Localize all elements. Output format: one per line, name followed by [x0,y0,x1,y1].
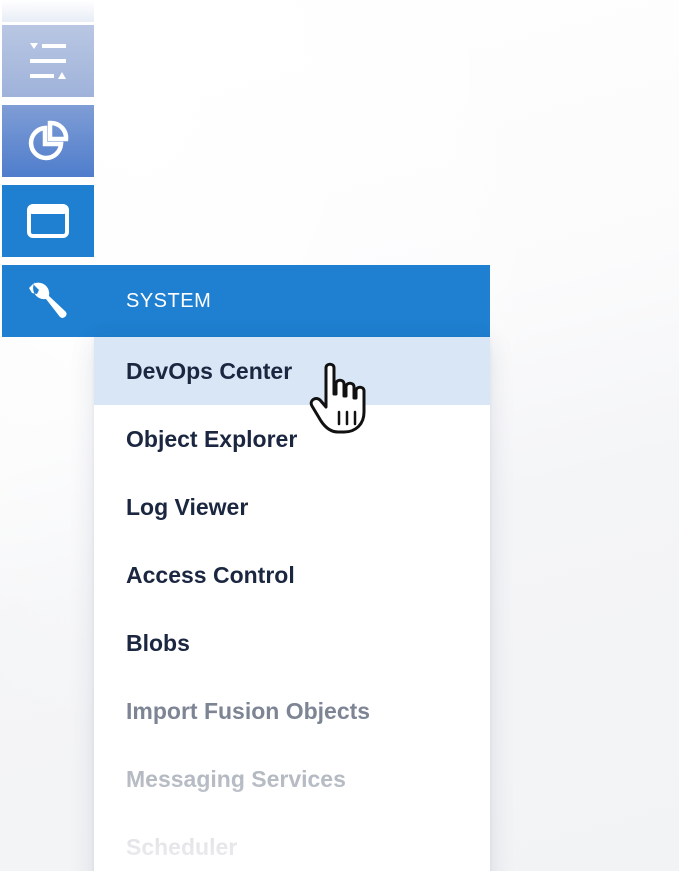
menu-item-import-fusion-objects[interactable]: Import Fusion Objects [94,677,490,745]
filter-sliders-icon [30,43,66,79]
sidebar-item-windows[interactable] [2,185,94,257]
sidebar-item-analytics[interactable] [2,105,94,177]
sidebar-item-filters[interactable] [2,25,94,97]
menu-item-messaging-services[interactable]: Messaging Services [94,745,490,813]
sidebar-item-system[interactable]: SYSTEM [2,265,490,337]
menu-item-object-explorer[interactable]: Object Explorer [94,405,490,473]
menu-item-blobs[interactable]: Blobs [94,609,490,677]
app-canvas: SYSTEM DevOps Center Object Explorer Log… [0,0,679,871]
menu-item-devops-center[interactable]: DevOps Center [94,337,490,405]
system-submenu: DevOps Center Object Explorer Log Viewer… [94,337,490,871]
pie-chart-icon [28,120,69,161]
menu-item-access-control[interactable]: Access Control [94,541,490,609]
system-label: SYSTEM [126,290,212,312]
menu-item-log-viewer[interactable]: Log Viewer [94,473,490,541]
wrench-icon [29,282,67,318]
hand-pointer-icon [309,362,366,434]
menu-item-scheduler[interactable]: Scheduler [94,813,490,871]
window-icon [27,204,69,238]
